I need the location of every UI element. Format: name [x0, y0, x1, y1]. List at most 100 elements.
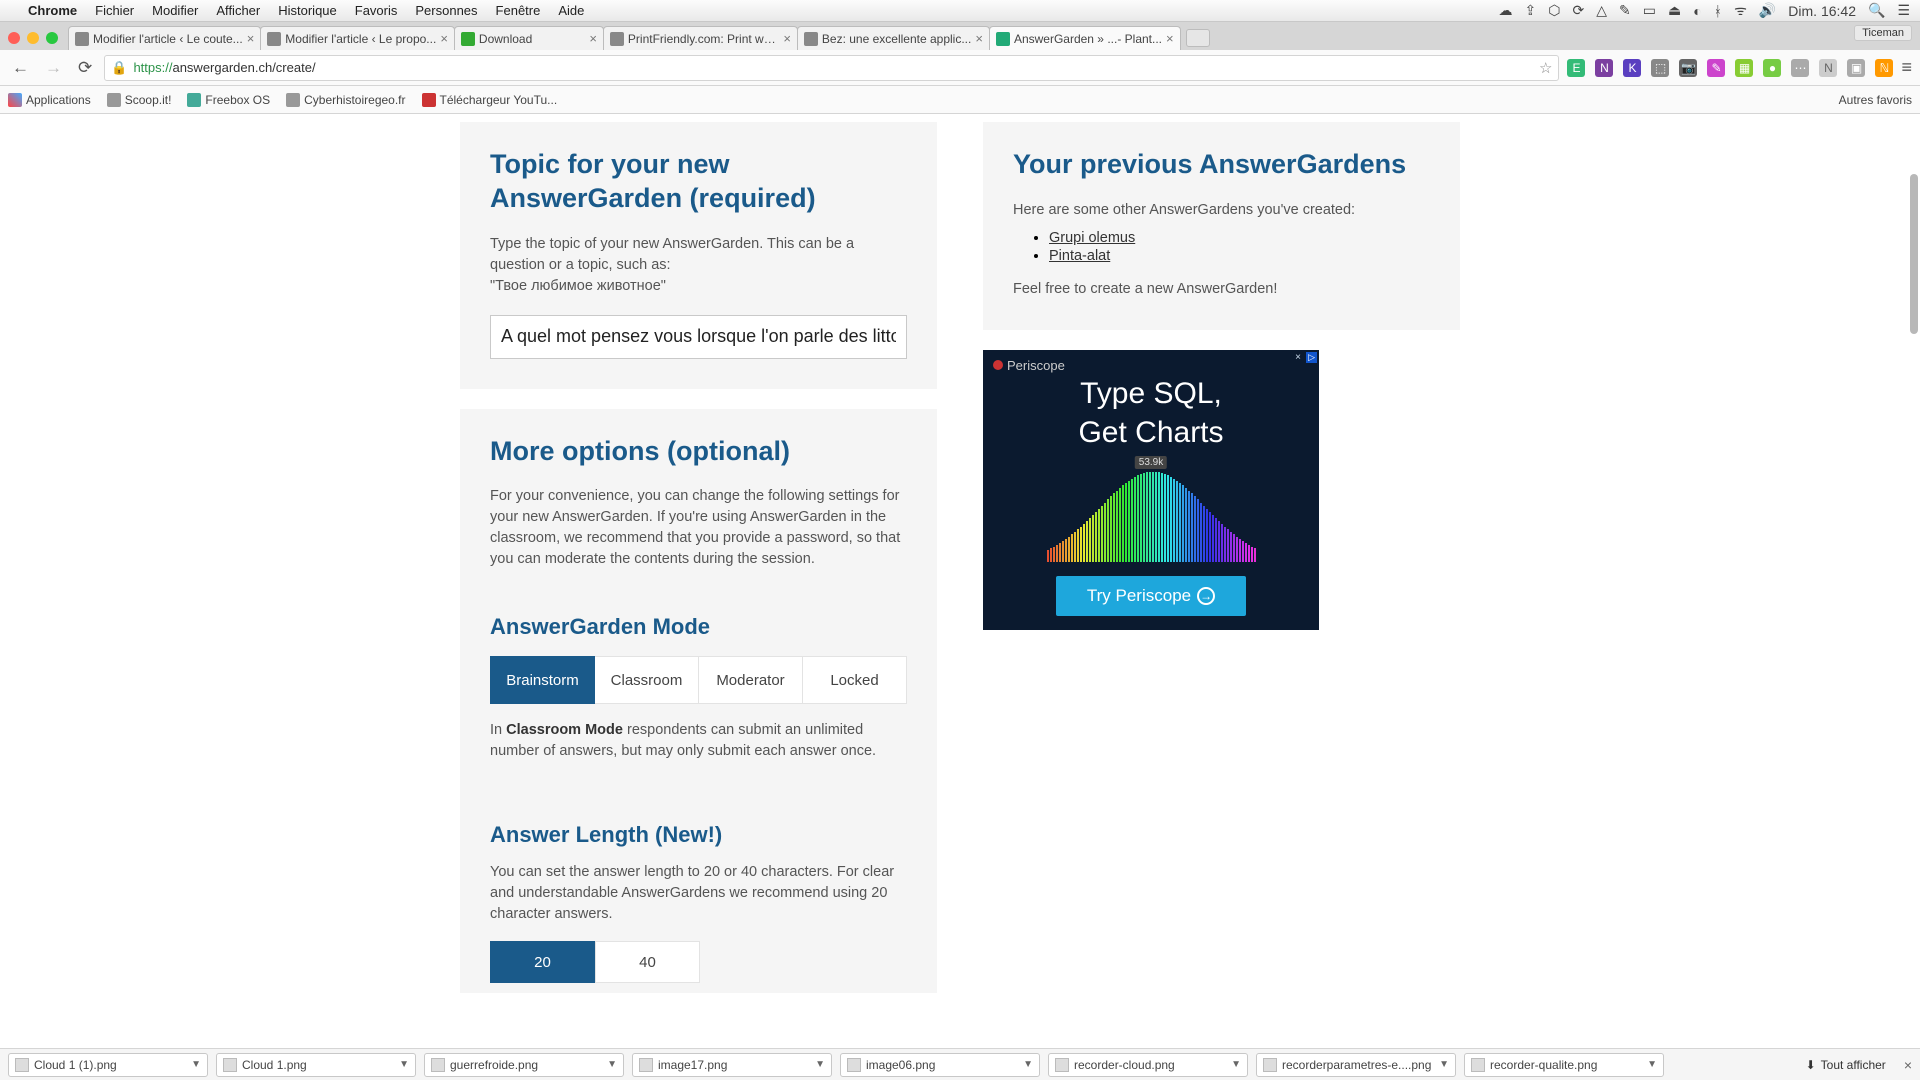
ad-banner[interactable]: Periscope × ▷ Type SQL,Get Charts 53.9k … — [983, 350, 1319, 630]
new-tab-button[interactable] — [1186, 29, 1210, 47]
chevron-down-icon[interactable]: ▼ — [815, 1059, 825, 1070]
download-item[interactable]: image17.png▼ — [632, 1053, 832, 1077]
download-item[interactable]: recorderparametres-e....png▼ — [1256, 1053, 1456, 1077]
download-item[interactable]: Cloud 1.png▼ — [216, 1053, 416, 1077]
download-item[interactable]: Cloud 1 (1).png▼ — [8, 1053, 208, 1077]
chevron-down-icon[interactable]: ▼ — [1023, 1059, 1033, 1070]
previous-link[interactable]: Pinta-alat — [1049, 248, 1110, 264]
wifi-icon[interactable]: ᯤ — [1734, 1, 1747, 20]
menu-afficher[interactable]: Afficher — [216, 3, 260, 18]
mode-classroom[interactable]: Classroom — [595, 656, 699, 704]
ad-close-icon[interactable]: × — [1295, 352, 1301, 363]
evernote-icon[interactable]: ✎ — [1619, 2, 1631, 19]
sync-icon[interactable]: ⟳ — [1572, 2, 1584, 19]
ext-icon[interactable]: ▣ — [1847, 59, 1865, 77]
forward-button[interactable]: → — [41, 56, 66, 80]
chevron-down-icon[interactable]: ▼ — [1439, 1059, 1449, 1070]
download-item[interactable]: recorder-cloud.png▼ — [1048, 1053, 1248, 1077]
chevron-down-icon[interactable]: ▼ — [1231, 1059, 1241, 1070]
bookmark-item[interactable]: Freebox OS — [187, 93, 270, 107]
ad-cta-button[interactable]: Try Periscope→ — [1056, 576, 1246, 616]
chevron-down-icon[interactable]: ▼ — [399, 1059, 409, 1070]
tab-3[interactable]: PrintFriendly.com: Print we...× — [603, 26, 798, 50]
adchoices-icon[interactable]: ▷ — [1306, 352, 1317, 363]
tab-4[interactable]: Bez: une excellente applic...× — [797, 26, 990, 50]
download-item[interactable]: recorder-qualite.png▼ — [1464, 1053, 1664, 1077]
timemachine-icon[interactable]: ◐ — [1693, 3, 1701, 19]
length-40[interactable]: 40 — [595, 941, 700, 983]
ext-icon[interactable]: ▦ — [1735, 59, 1753, 77]
bookmark-apps[interactable]: Applications — [8, 93, 91, 107]
file-icon — [1055, 1058, 1069, 1072]
ext-icon[interactable]: ⬚ — [1651, 59, 1669, 77]
ext-icon[interactable]: 📷 — [1679, 59, 1697, 77]
clock[interactable]: Dim. 16:42 — [1788, 3, 1856, 19]
close-tab-icon[interactable]: × — [440, 31, 448, 46]
address-bar[interactable]: 🔒 https://answergarden.ch/create/ ☆ — [104, 55, 1559, 81]
back-button[interactable]: ← — [8, 56, 33, 80]
app-name[interactable]: Chrome — [28, 3, 77, 18]
reload-button[interactable]: ⟳ — [74, 56, 96, 80]
bookmark-star-icon[interactable]: ☆ — [1539, 59, 1552, 77]
menu-aide[interactable]: Aide — [558, 3, 584, 18]
menu-fichier[interactable]: Fichier — [95, 3, 134, 18]
profile-badge[interactable]: Ticeman — [1854, 25, 1912, 41]
chevron-down-icon[interactable]: ▼ — [1647, 1059, 1657, 1070]
bookmark-item[interactable]: Scoop.it! — [107, 93, 172, 107]
spotlight-icon[interactable]: 🔍 — [1868, 2, 1885, 19]
bluetooth-icon[interactable]: ᚼ — [1714, 3, 1722, 19]
tray-icon[interactable]: ⇪ — [1525, 2, 1537, 19]
tab-5[interactable]: AnswerGarden » ...- Plant...× — [989, 26, 1181, 50]
chrome-menu-icon[interactable]: ≡ — [1901, 57, 1912, 78]
previous-link[interactable]: Grupi olemus — [1049, 230, 1135, 246]
close-tab-icon[interactable]: × — [589, 31, 597, 46]
close-downloads-bar-icon[interactable]: × — [1904, 1057, 1912, 1073]
close-window-button[interactable] — [8, 32, 20, 44]
notifications-icon[interactable]: ☰ — [1897, 2, 1910, 19]
show-all-downloads[interactable]: ⬇Tout afficher — [1806, 1058, 1886, 1072]
eject-icon[interactable]: ⏏ — [1668, 2, 1681, 19]
menu-fenetre[interactable]: Fenêtre — [496, 3, 541, 18]
menu-modifier[interactable]: Modifier — [152, 3, 198, 18]
ext-icon[interactable]: ⋯ — [1791, 59, 1809, 77]
ext-icon[interactable]: ✎ — [1707, 59, 1725, 77]
ext-icon[interactable]: E — [1567, 59, 1585, 77]
tab-0[interactable]: Modifier l'article ‹ Le coute...× — [68, 26, 261, 50]
menu-favoris[interactable]: Favoris — [355, 3, 398, 18]
menu-historique[interactable]: Historique — [278, 3, 337, 18]
dropbox-icon[interactable]: ⬡ — [1548, 2, 1560, 19]
chevron-down-icon[interactable]: ▼ — [191, 1059, 201, 1070]
mode-moderator[interactable]: Moderator — [699, 656, 803, 704]
maximize-window-button[interactable] — [46, 32, 58, 44]
chevron-down-icon[interactable]: ▼ — [607, 1059, 617, 1070]
tab-2[interactable]: Download× — [454, 26, 604, 50]
scrollbar[interactable] — [1910, 174, 1918, 334]
tab-1[interactable]: Modifier l'article ‹ Le propo...× — [260, 26, 455, 50]
close-tab-icon[interactable]: × — [1166, 31, 1174, 46]
ext-icon[interactable]: K — [1623, 59, 1641, 77]
cloud-icon[interactable]: ☁ — [1499, 2, 1513, 19]
display-icon[interactable]: ▭ — [1643, 2, 1656, 19]
other-bookmarks[interactable]: Autres favoris — [1835, 93, 1912, 107]
ext-icon[interactable]: N — [1595, 59, 1613, 77]
ext-icon[interactable]: ● — [1763, 59, 1781, 77]
length-20[interactable]: 20 — [490, 941, 595, 983]
bookmark-item[interactable]: Cyberhistoiregeo.fr — [286, 93, 405, 107]
minimize-window-button[interactable] — [27, 32, 39, 44]
close-tab-icon[interactable]: × — [975, 31, 983, 46]
download-item[interactable]: image06.png▼ — [840, 1053, 1040, 1077]
menu-personnes[interactable]: Personnes — [415, 3, 477, 18]
topic-input[interactable] — [490, 315, 907, 359]
close-tab-icon[interactable]: × — [247, 31, 255, 46]
bookmark-favicon-icon — [187, 93, 201, 107]
download-item[interactable]: guerrefroide.png▼ — [424, 1053, 624, 1077]
ext-icon[interactable]: ℕ — [1875, 59, 1893, 77]
window-controls — [8, 32, 58, 44]
drive-icon[interactable]: △ — [1596, 2, 1607, 19]
ext-icon[interactable]: N — [1819, 59, 1837, 77]
volume-icon[interactable]: 🔊 — [1759, 2, 1776, 19]
close-tab-icon[interactable]: × — [783, 31, 791, 46]
bookmark-item[interactable]: Téléchargeur YouTu... — [422, 93, 558, 107]
mode-brainstorm[interactable]: Brainstorm — [490, 656, 595, 704]
mode-locked[interactable]: Locked — [803, 656, 907, 704]
